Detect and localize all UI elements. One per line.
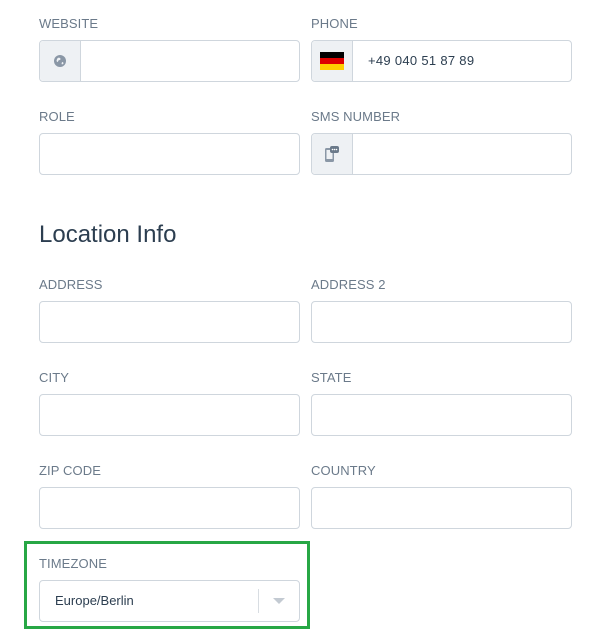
website-input[interactable] [81,41,299,81]
city-input-wrapper [39,394,300,436]
address2-input[interactable] [312,302,571,342]
role-input[interactable] [40,134,299,174]
sms-input[interactable] [353,134,571,174]
sms-label: SMS NUMBER [311,109,401,124]
website-input-wrapper [39,40,300,82]
country-input[interactable] [312,488,571,528]
phone-input[interactable]: +49 040 51 87 89 [311,40,572,82]
zip-input[interactable] [40,488,299,528]
timezone-selected-value: Europe/Berlin [55,593,134,608]
country-input-wrapper [311,487,572,529]
address2-label: ADDRESS 2 [311,277,386,292]
state-label: STATE [311,370,352,385]
zip-label: ZIP CODE [39,463,101,478]
city-label: CITY [39,370,70,385]
germany-flag-icon[interactable] [312,41,353,81]
globe-icon [40,41,81,81]
sms-input-wrapper [311,133,572,175]
timezone-label: TIMEZONE [39,556,107,571]
chevron-down-icon[interactable] [259,581,299,621]
state-input-wrapper [311,394,572,436]
sms-phone-icon [312,134,353,174]
address-input-wrapper [39,301,300,343]
timezone-select[interactable]: Europe/Berlin [39,580,300,622]
address-label: ADDRESS [39,277,103,292]
address-input[interactable] [40,302,299,342]
address2-input-wrapper [311,301,572,343]
phone-value: +49 040 51 87 89 [368,53,475,68]
location-info-heading: Location Info [39,221,177,248]
country-label: COUNTRY [311,463,376,478]
state-input[interactable] [312,395,571,435]
role-label: ROLE [39,109,75,124]
website-label: WEBSITE [39,16,99,31]
city-input[interactable] [40,395,299,435]
phone-label: PHONE [311,16,358,31]
role-input-wrapper [39,133,300,175]
zip-input-wrapper [39,487,300,529]
